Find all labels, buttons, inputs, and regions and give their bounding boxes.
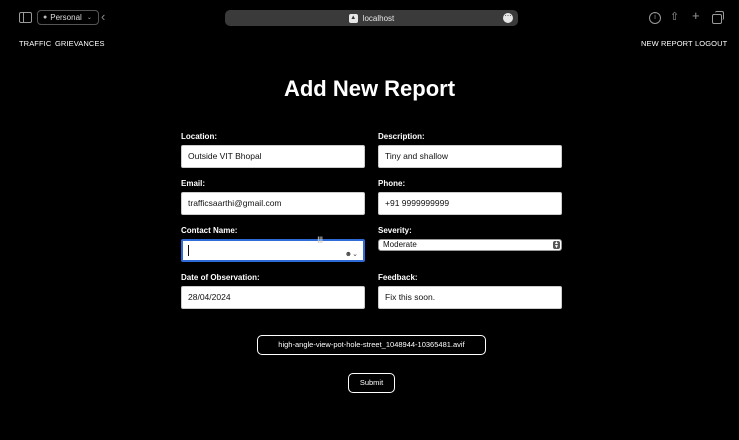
email-input[interactable]: trafficsaarthi@gmail.com (181, 192, 365, 215)
chevron-down-icon: ⌄ (86, 15, 92, 21)
severity-field: Severity: Moderate ▲ ▼ (378, 226, 562, 251)
share-icon[interactable]: ⇧ (670, 11, 679, 23)
contact-name-label: Contact Name: (181, 226, 238, 235)
contact-autofill-icon[interactable]: ☻⌄ (345, 245, 358, 260)
nav-grievances[interactable]: GRIEVANCES (55, 39, 105, 48)
feedback-input[interactable]: Fix this soon. (378, 286, 562, 309)
url-text: localhost (362, 13, 395, 23)
browser-toolbar: ● Personal ⌄ ‹ ▲ localhost ⋯ i ⇧ + (0, 0, 739, 36)
sidebar-toggle-icon[interactable] (19, 12, 32, 23)
date-field: Date of Observation: 28/04/2024 (181, 273, 365, 309)
feedback-field: Feedback: Fix this soon. (378, 273, 562, 309)
email-field: Email: trafficsaarthi@gmail.com (181, 179, 365, 215)
severity-select[interactable]: Moderate ▲ ▼ (378, 239, 562, 251)
phone-field: Phone: +91 9999999999 (378, 179, 562, 215)
tabs-overview-icon[interactable] (712, 11, 724, 24)
contact-name-input[interactable]: ☻⌄ (181, 239, 365, 262)
nav-new-report[interactable]: NEW REPORT (641, 39, 693, 48)
date-label: Date of Observation: (181, 273, 260, 282)
select-arrows-icon: ▲ ▼ (553, 240, 560, 250)
date-input[interactable]: 28/04/2024 (181, 286, 365, 309)
location-field: Location: Outside VIT Bhopal (181, 132, 365, 168)
info-icon[interactable]: i (649, 12, 661, 24)
phone-input[interactable]: +91 9999999999 (378, 192, 562, 215)
text-cursor-icon: Ⅲ (317, 235, 324, 245)
text-caret (188, 245, 189, 257)
submit-button[interactable]: Submit (348, 373, 395, 393)
phone-label: Phone: (378, 179, 406, 188)
severity-selected: Moderate (383, 240, 417, 249)
description-field: Description: Tiny and shallow (378, 132, 562, 168)
plus-icon[interactable]: + (692, 9, 700, 22)
ellipsis-icon[interactable]: ⋯ (503, 13, 513, 23)
contact-name-field: Contact Name: ☻⌄ (181, 226, 365, 262)
page-title: Add New Report (283, 76, 456, 101)
file-upload-button[interactable]: high-angle-view-pot-hole-street_1048944-… (257, 335, 486, 355)
profile-button[interactable]: ● Personal ⌄ (37, 10, 99, 25)
location-input[interactable]: Outside VIT Bhopal (181, 145, 365, 168)
address-bar[interactable]: ▲ localhost ⋯ (225, 10, 518, 26)
severity-label: Severity: (378, 226, 412, 235)
nav-logout[interactable]: LOGOUT (695, 39, 727, 48)
feedback-label: Feedback: (378, 273, 418, 282)
email-label: Email: (181, 179, 206, 188)
description-input[interactable]: Tiny and shallow (378, 145, 562, 168)
site-icon: ▲ (348, 13, 358, 23)
person-icon: ● (43, 14, 48, 21)
description-label: Description: (378, 132, 425, 141)
nav-traffic[interactable]: TRAFFIC (19, 39, 51, 48)
profile-label: Personal (50, 13, 82, 22)
chevron-left-icon[interactable]: ‹ (101, 9, 105, 25)
location-label: Location: (181, 132, 217, 141)
